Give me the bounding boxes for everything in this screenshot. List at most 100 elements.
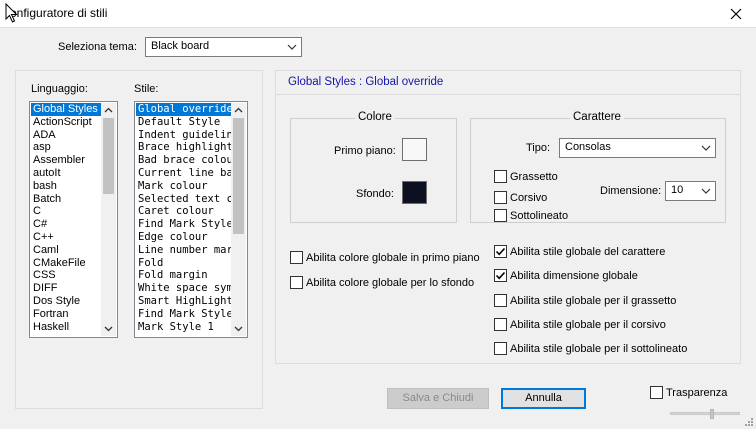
language-scrollbar[interactable] (101, 103, 116, 336)
language-list-item[interactable]: Batch (31, 193, 101, 206)
language-list-item[interactable]: DIFF (31, 282, 101, 295)
checkmark-icon (495, 271, 506, 280)
style-list-item[interactable]: Line number margin (136, 244, 231, 257)
language-list-item[interactable]: Haskell (31, 321, 101, 334)
style-list-item[interactable]: White space symbol (136, 282, 231, 295)
language-list-item[interactable]: Assembler (31, 154, 101, 167)
global-italic-checkbox[interactable] (494, 318, 507, 331)
global-bold-label: Abilita stile globale per il grassetto (510, 295, 677, 307)
style-list-item[interactable]: Indent guideline style (136, 129, 231, 142)
background-label: Sfondo: (356, 188, 394, 200)
language-list-item[interactable]: Global Styles (31, 103, 101, 116)
underline-label: Sottolineato (510, 210, 569, 222)
global-underline-checkbox[interactable] (494, 342, 507, 355)
language-list-item[interactable]: Dos Style (31, 295, 101, 308)
language-label: Linguaggio: (31, 83, 88, 95)
cancel-button[interactable]: Annulla (501, 388, 586, 409)
panel-divider (276, 94, 740, 95)
underline-checkbox[interactable] (494, 209, 507, 222)
style-list-item[interactable]: Brace highlight style (136, 141, 231, 154)
language-list[interactable]: Global Styles ActionScript ADA asp Assembler… (29, 101, 118, 338)
style-list-item[interactable]: Current line background colour (136, 167, 231, 180)
style-list-item[interactable]: Global override (136, 103, 231, 116)
language-list-item[interactable]: C (31, 205, 101, 218)
window-title: onfiguratore di stili (10, 6, 108, 20)
scroll-down-icon[interactable] (231, 322, 246, 336)
global-background-label: Abilita colore globale per lo sfondo (306, 277, 475, 289)
foreground-color-swatch[interactable] (402, 138, 427, 161)
language-list-item[interactable]: CMakeFile (31, 257, 101, 270)
transparency-label: Trasparenza (666, 387, 728, 399)
color-fieldset (290, 118, 457, 223)
language-list-item[interactable]: autoIt (31, 167, 101, 180)
panel-title: Global Styles : Global override (288, 76, 444, 88)
language-list-item[interactable]: bash (31, 180, 101, 193)
scroll-down-icon[interactable] (101, 322, 116, 336)
chevron-down-icon (287, 44, 297, 50)
style-scroll-thumb[interactable] (233, 118, 244, 234)
style-list-item[interactable]: Default Style (136, 116, 231, 129)
italic-label: Corsivo (510, 192, 548, 204)
global-font-style-checkbox[interactable] (494, 245, 507, 258)
style-list-item[interactable]: Caret colour (136, 205, 231, 218)
theme-select-value: Black board (151, 40, 210, 52)
bold-label: Grassetto (510, 171, 558, 183)
language-scroll-thumb[interactable] (103, 118, 114, 194)
language-list-item[interactable]: C# (31, 218, 101, 231)
close-icon[interactable] (728, 6, 744, 22)
foreground-label: Primo piano: (334, 145, 396, 157)
font-size-select[interactable]: 10 (665, 181, 716, 201)
style-list-item[interactable]: Find Mark Style (136, 308, 231, 321)
global-font-size-label: Abilita dimensione globale (510, 270, 638, 282)
language-list-item[interactable]: C++ (31, 231, 101, 244)
global-underline-label: Abilita stile globale per il sottolineat… (510, 343, 688, 355)
global-background-checkbox[interactable] (290, 276, 303, 289)
font-type-value: Consolas (565, 141, 611, 153)
bold-checkbox[interactable] (494, 170, 507, 183)
style-label: Stile: (134, 83, 159, 95)
resize-grip-icon[interactable] (744, 417, 754, 427)
transparency-slider-thumb[interactable] (709, 409, 714, 419)
font-fieldset (470, 118, 726, 223)
language-list-item[interactable]: Caml (31, 244, 101, 257)
background-color-swatch[interactable] (402, 181, 427, 204)
scroll-up-icon[interactable] (101, 103, 116, 117)
style-scrollbar[interactable] (231, 103, 246, 336)
save-close-button[interactable]: Salva e Chiudi (387, 388, 489, 409)
language-list-item[interactable]: Fortran (31, 308, 101, 321)
global-font-size-checkbox[interactable] (494, 269, 507, 282)
style-list-item[interactable]: Fold margin (136, 269, 231, 282)
color-legend: Colore (355, 111, 395, 123)
cursor-icon (5, 3, 18, 23)
global-foreground-checkbox[interactable] (290, 251, 303, 264)
style-list-item[interactable]: Selected text colour (136, 193, 231, 206)
style-list-item[interactable]: Find Mark Style (136, 218, 231, 231)
chevron-down-icon (701, 188, 711, 194)
global-foreground-label: Abilita colore globale in primo piano (306, 252, 480, 264)
transparency-checkbox[interactable] (650, 386, 663, 399)
transparency-slider[interactable] (670, 412, 740, 415)
style-list-item[interactable]: Bad brace colour (136, 154, 231, 167)
global-bold-checkbox[interactable] (494, 294, 507, 307)
theme-select[interactable]: Black board (145, 37, 302, 57)
title-bar: onfiguratore di stili (0, 0, 756, 28)
style-list-item[interactable]: Mark colour (136, 180, 231, 193)
style-list-item[interactable]: Mark Style 1 (136, 321, 231, 334)
style-list-item[interactable]: Fold (136, 257, 231, 270)
scroll-up-icon[interactable] (231, 103, 246, 117)
font-type-label: Tipo: (526, 142, 551, 154)
style-list-item[interactable]: Smart HighLighting (136, 295, 231, 308)
font-legend: Carattere (570, 111, 624, 123)
language-list-item[interactable]: ActionScript (31, 116, 101, 129)
italic-checkbox[interactable] (494, 191, 507, 204)
font-type-select[interactable]: Consolas (559, 138, 716, 158)
global-font-style-label: Abilita stile globale del carattere (510, 246, 666, 258)
theme-label: Seleziona tema: (58, 41, 137, 53)
style-list[interactable]: Global override Default Style Indent guide… (134, 101, 248, 338)
global-italic-label: Abilita stile globale per il corsivo (510, 319, 666, 331)
language-list-item[interactable]: CSS (31, 269, 101, 282)
style-list-item[interactable]: Edge colour (136, 231, 231, 244)
language-list-item[interactable]: asp (31, 141, 101, 154)
font-size-value: 10 (671, 184, 684, 196)
language-list-item[interactable]: ADA (31, 129, 101, 142)
